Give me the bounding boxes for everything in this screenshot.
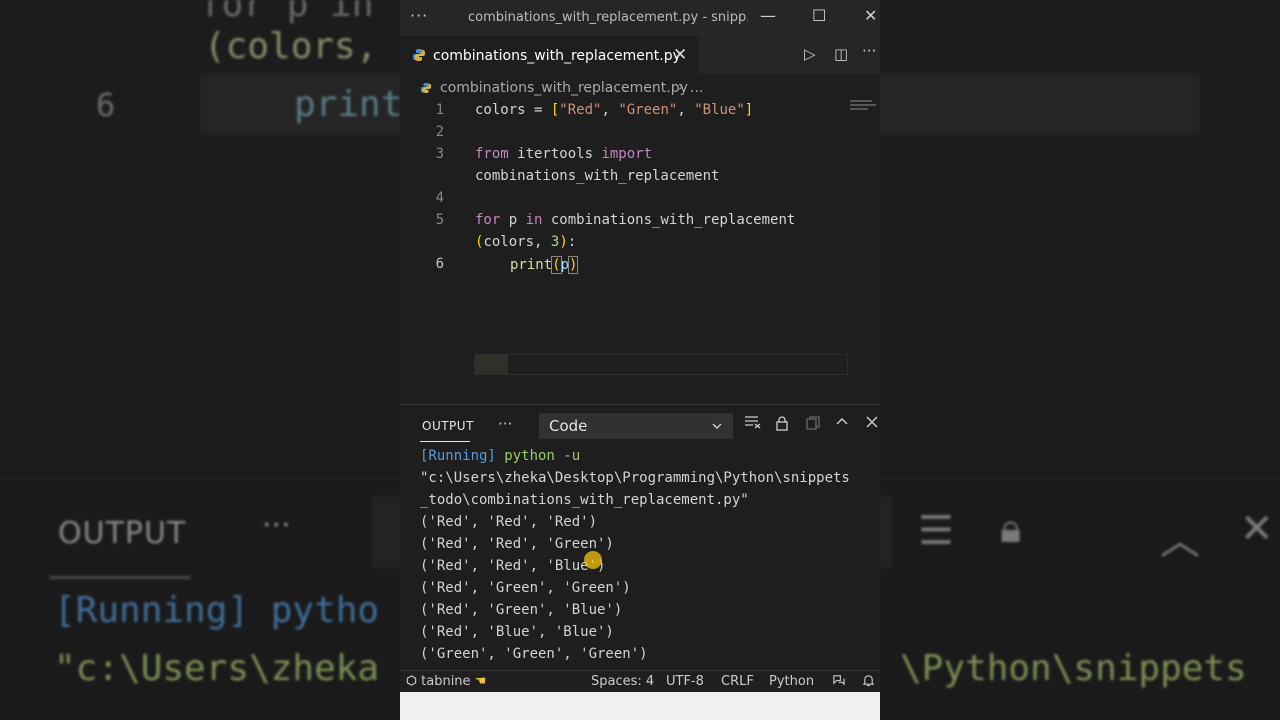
- title-bar: ··· combinations_with_replacement.py - s…: [400, 0, 880, 36]
- output-row: ('Red', 'Green', 'Blue'): [420, 602, 623, 618]
- output-channel-select[interactable]: Code: [539, 413, 733, 439]
- output-panel: OUTPUT ··· Code [Running] python -u "c:\…: [400, 404, 880, 671]
- line-number: 3: [435, 146, 444, 162]
- code-line-5: for p in combinations_with_replacement: [475, 212, 796, 228]
- current-line-highlight: [474, 354, 848, 375]
- split-editor-icon[interactable]: ◫: [834, 45, 848, 63]
- code-line-3: from itertools import: [475, 146, 653, 162]
- output-tab-underline: [420, 441, 470, 442]
- encoding-status[interactable]: UTF-8: [666, 674, 704, 689]
- output-row: ('Red', 'Blue', 'Blue'): [420, 624, 614, 640]
- output-tab[interactable]: OUTPUT: [422, 419, 474, 433]
- tab-bar: combinations_with_replacement.py ✕ ▷ ◫ ·…: [400, 36, 880, 75]
- chevron-down-icon: [711, 418, 723, 436]
- status-bar: tabnine ☚ Spaces: 4 UTF-8 CRLF Python: [400, 670, 880, 693]
- line-number: 5: [435, 212, 444, 228]
- code-editor[interactable]: 1 2 3 4 5 6 colors = ["Red", "Green", "B…: [400, 100, 880, 400]
- code-line-5-wrap: (colors, 3):: [475, 234, 577, 250]
- bg-path-right: \Python\snippets: [900, 648, 1247, 689]
- vscode-window: ··· combinations_with_replacement.py - s…: [400, 0, 880, 720]
- tab-label: combinations_with_replacement.py: [433, 48, 681, 64]
- text-cursor: [577, 256, 579, 272]
- tab-combinations-file[interactable]: combinations_with_replacement.py ✕: [400, 36, 698, 75]
- line-number: 4: [435, 190, 444, 206]
- bg-clear-icon: ☰: [918, 508, 954, 554]
- breadcrumb-python-icon: [420, 82, 432, 98]
- close-panel-icon[interactable]: [865, 415, 879, 433]
- output-row: ('Red', 'Red', 'Green'): [420, 536, 614, 552]
- tabnine-hand-icon: ☚: [474, 674, 487, 689]
- code-line-1: colors = ["Red", "Green", "Blue"]: [475, 102, 754, 118]
- eol-status[interactable]: CRLF: [721, 674, 754, 689]
- panel-more-icon[interactable]: ···: [498, 415, 512, 433]
- select-value: Code: [549, 417, 588, 435]
- mouse-pointer-highlight: [584, 551, 602, 569]
- breadcrumb-more[interactable]: ...: [690, 80, 703, 96]
- path-line-2: _todo\combinations_with_replacement.py": [420, 492, 749, 508]
- maximize-button[interactable]: ☐: [812, 6, 826, 25]
- bg-code-line-top: for p in: [200, 0, 374, 25]
- output-row: ('Green', 'Green', 'Green'): [420, 646, 648, 662]
- output-row: ('Red', 'Red', 'Blue'): [420, 558, 606, 574]
- bg-dots: ···: [262, 508, 291, 543]
- tabnine-status[interactable]: tabnine ☚: [406, 674, 486, 689]
- window-title: combinations_with_replacement.py - snipp…: [468, 10, 748, 25]
- line-number: 2: [435, 124, 444, 140]
- tab-close-icon[interactable]: ✕: [673, 45, 687, 65]
- close-window-button[interactable]: ✕: [864, 6, 877, 25]
- bg-path-left: "c:\Users\zheka: [54, 648, 380, 689]
- output-row: ('Red', 'Red', 'Red'): [420, 514, 598, 530]
- feedback-icon[interactable]: [832, 674, 845, 691]
- line-number: 1: [435, 102, 444, 118]
- tabnine-label: tabnine: [421, 674, 471, 689]
- menu-more-icon[interactable]: ···: [410, 6, 428, 25]
- bg-close-icon: ✕: [1240, 506, 1274, 552]
- breadcrumb-chevron-icon: ›: [678, 79, 684, 95]
- minimize-button[interactable]: —: [760, 6, 776, 25]
- output-row: ('Red', 'Green', 'Green'): [420, 580, 631, 596]
- bg-chevron-up-icon: ︿: [1160, 518, 1200, 564]
- breadcrumb-file[interactable]: combinations_with_replacement.py: [440, 80, 688, 96]
- bg-lock-icon: 🔒︎: [1000, 506, 1022, 552]
- path-line-1: "c:\Users\zheka\Desktop\Programming\Pyth…: [420, 470, 850, 486]
- copy-icon[interactable]: [805, 415, 821, 435]
- bg-line-number: 6: [96, 86, 116, 124]
- indent-highlight: [475, 355, 508, 374]
- language-status[interactable]: Python: [769, 674, 814, 689]
- indentation-status[interactable]: Spaces: 4: [591, 674, 654, 689]
- bg-output-underline: [50, 576, 190, 579]
- breadcrumb: combinations_with_replacement.py › ...: [400, 76, 880, 100]
- editor-more-icon[interactable]: ···: [862, 42, 876, 60]
- bottom-strip: [400, 692, 880, 720]
- bg-output-title: OUTPUT: [58, 516, 187, 551]
- code-line-3-wrap: combinations_with_replacement: [475, 168, 720, 184]
- output-text[interactable]: [Running] python -u "c:\Users\zheka\Desk…: [420, 445, 876, 665]
- chevron-up-icon[interactable]: [835, 415, 849, 433]
- bg-running: [Running] pytho: [54, 590, 380, 631]
- running-line: [Running] python -u: [420, 448, 581, 464]
- python-file-icon: [412, 48, 426, 66]
- clear-output-icon[interactable]: [744, 415, 762, 433]
- run-icon[interactable]: ▷: [804, 45, 816, 63]
- code-line-6: print(p): [510, 256, 579, 274]
- bg-code-print: print: [294, 84, 403, 125]
- notifications-bell-icon[interactable]: [862, 674, 875, 691]
- line-number: 6: [435, 256, 444, 272]
- bg-code-line-colors: (colors,: [204, 26, 378, 67]
- lock-icon[interactable]: [774, 415, 790, 435]
